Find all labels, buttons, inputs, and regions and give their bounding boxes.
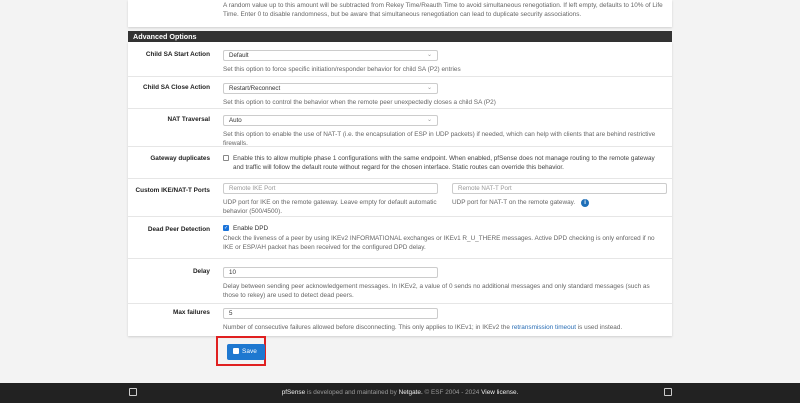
- help-text: Check the liveness of a peer by using IK…: [223, 235, 655, 251]
- chevron-down-icon: ⌄: [426, 52, 432, 58]
- row-nat-traversal: NAT Traversal Auto ⌄ Set this option to e…: [128, 109, 672, 147]
- label: Custom IKE/NAT-T Ports: [135, 187, 210, 194]
- save-button[interactable]: Save: [227, 344, 265, 360]
- help-text: Set this option to force specific initia…: [223, 66, 461, 73]
- save-icon: [233, 348, 239, 354]
- footer-text: is developed and maintained by: [305, 389, 399, 396]
- help-text: UDP port for NAT-T on the remote gateway…: [452, 199, 576, 206]
- label: Gateway duplicates: [150, 155, 210, 162]
- retransmission-timeout-link[interactable]: retransmission timeout: [512, 324, 576, 331]
- nat-traversal-select[interactable]: Auto ⌄: [223, 115, 438, 126]
- remote-natt-port-input[interactable]: Remote NAT-T Port: [452, 183, 667, 194]
- help-text: Set this option to control the behavior …: [223, 99, 496, 106]
- label: Dead Peer Detection: [147, 226, 210, 233]
- row-gateway-duplicates: Gateway duplicates Enable this to allow …: [128, 147, 672, 179]
- label: NAT Traversal: [167, 116, 210, 123]
- footer: pfSense is developed and maintained by N…: [0, 383, 800, 403]
- enable-dpd-checkbox[interactable]: ✓: [223, 225, 229, 232]
- previous-section-card: A random value up to this amount will be…: [128, 0, 672, 27]
- selected-value: Auto: [229, 117, 242, 124]
- checkbox-label: Enable this to allow multiple phase 1 co…: [233, 155, 655, 171]
- help-text: Set this option to enable the use of NAT…: [223, 131, 656, 147]
- row-delay: Delay 10 Delay between sending peer ackn…: [128, 259, 672, 304]
- row-max-failures: Max failures 5 Number of consecutive fai…: [128, 304, 672, 336]
- label: Child SA Close Action: [143, 84, 210, 91]
- netgate-link[interactable]: Netgate.: [399, 389, 423, 396]
- advanced-options-card: Child SA Start Action Default ⌄ Set this …: [128, 42, 672, 336]
- info-icon[interactable]: i: [581, 199, 590, 207]
- label: Child SA Start Action: [145, 51, 210, 58]
- footer-right-icon[interactable]: [664, 388, 672, 396]
- row-child-sa-close: Child SA Close Action Restart/Reconnect ⌄…: [128, 77, 672, 109]
- selected-value: Restart/Reconnect: [229, 85, 281, 92]
- section-title: Advanced Options: [128, 31, 672, 42]
- delay-input[interactable]: 10: [223, 267, 438, 278]
- row-custom-ports: Custom IKE/NAT-T Ports Remote IKE Port U…: [128, 179, 672, 217]
- remote-ike-port-input[interactable]: Remote IKE Port: [223, 183, 438, 194]
- label: Max failures: [173, 309, 210, 316]
- footer-brand: pfSense: [281, 389, 306, 396]
- child-sa-close-select[interactable]: Restart/Reconnect ⌄: [223, 83, 438, 94]
- help-text-end: is used instead.: [575, 324, 623, 331]
- view-license-link[interactable]: View license.: [481, 389, 518, 396]
- chevron-down-icon: ⌄: [426, 117, 432, 123]
- checkbox-label: Enable DPD: [233, 225, 269, 232]
- chevron-down-icon: ⌄: [426, 85, 432, 91]
- gateway-duplicates-checkbox[interactable]: [223, 155, 229, 161]
- help-text: Delay between sending peer acknowledgeme…: [223, 283, 650, 299]
- save-label: Save: [242, 348, 257, 355]
- row-dead-peer-detection: Dead Peer Detection ✓ Enable DPD Check th…: [128, 217, 672, 259]
- help-text: Number of consecutive failures allowed b…: [223, 324, 512, 331]
- rekey-random-help: A random value up to this amount will be…: [223, 2, 663, 18]
- child-sa-start-select[interactable]: Default ⌄: [223, 50, 438, 61]
- footer-left-icon[interactable]: [129, 388, 137, 396]
- footer-copyright: © ESF 2004 - 2024: [422, 389, 482, 396]
- max-failures-input[interactable]: 5: [223, 308, 438, 319]
- row-child-sa-start: Child SA Start Action Default ⌄ Set this …: [128, 42, 672, 77]
- help-text: UDP port for IKE on the remote gateway. …: [223, 199, 437, 215]
- selected-value: Default: [229, 52, 249, 59]
- label: Delay: [192, 268, 210, 275]
